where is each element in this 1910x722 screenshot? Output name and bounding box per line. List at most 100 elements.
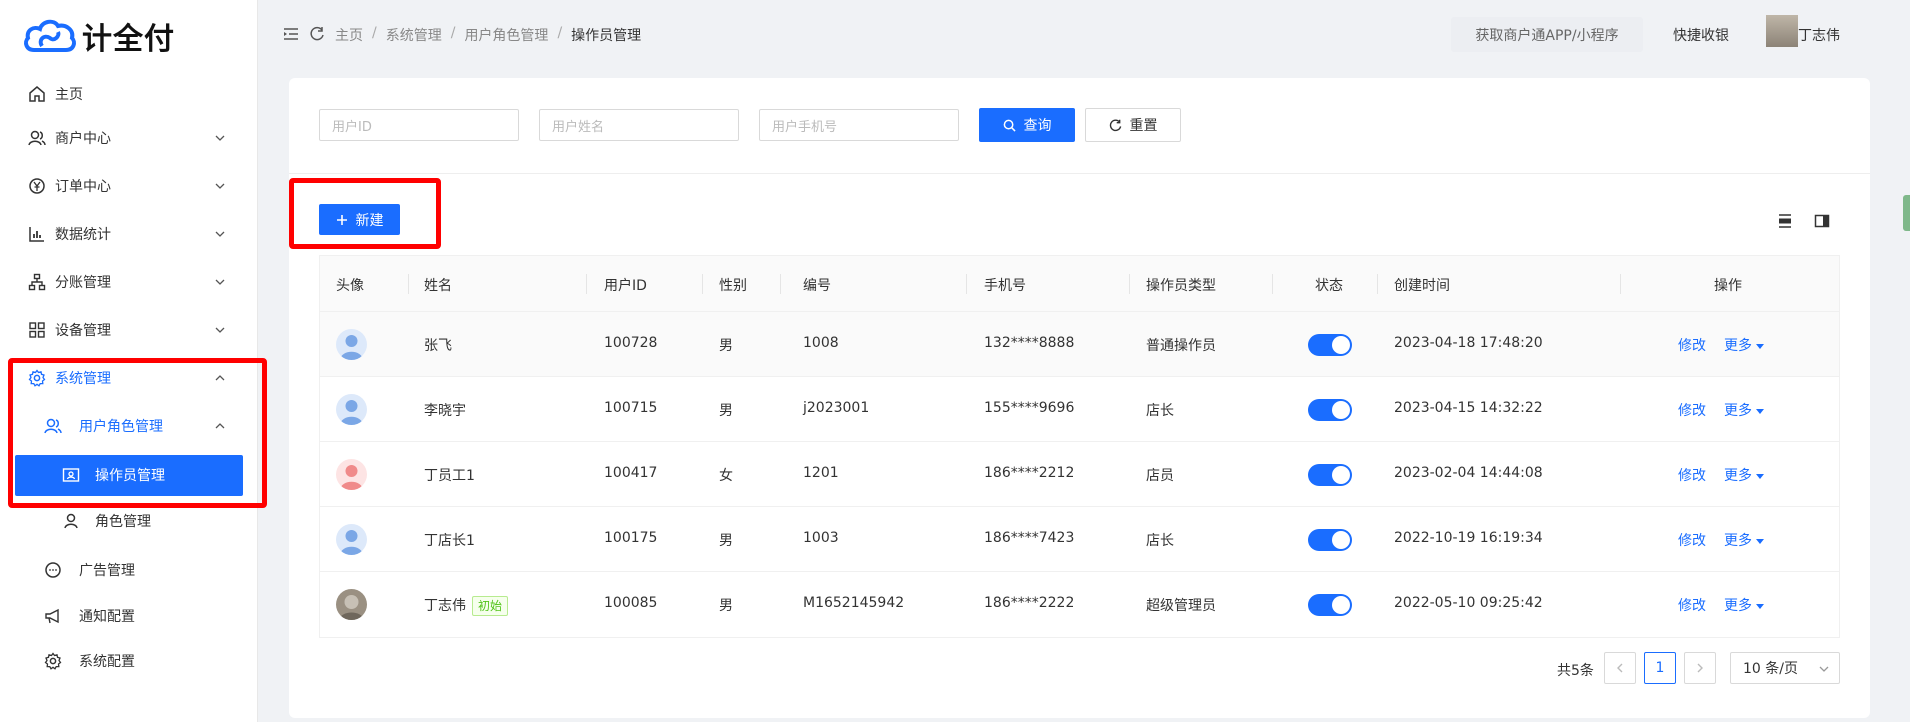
sidebar-item-label: 角色管理 xyxy=(95,514,151,530)
cell-phone: 186****2212 xyxy=(984,465,1075,481)
avatar xyxy=(336,524,367,555)
sidebar-item-label: 主页 xyxy=(55,87,83,103)
status-toggle[interactable] xyxy=(1308,399,1352,421)
edit-link[interactable]: 修改 xyxy=(1678,400,1706,420)
chevron-down-icon xyxy=(215,231,225,237)
chevron-right-icon xyxy=(1697,663,1703,673)
status-toggle[interactable] xyxy=(1308,594,1352,616)
cell-phone: 132****8888 xyxy=(984,335,1075,351)
sidebar-item-label: 系统配置 xyxy=(79,654,135,670)
cell-user-id: 100715 xyxy=(604,400,658,416)
refresh-icon xyxy=(1109,119,1121,131)
caret-down-icon xyxy=(1756,604,1765,609)
cell-gender: 男 xyxy=(719,403,733,419)
column-settings-icon[interactable] xyxy=(1814,213,1830,229)
table-header: 头像 姓名 用户ID 性别 编号 手机号 操作员类型 状态 创建时间 操作 xyxy=(320,256,1839,312)
next-page-button[interactable] xyxy=(1684,652,1716,684)
breadcrumb-item[interactable]: 主页 xyxy=(335,25,363,45)
cell-name: 丁店长1 xyxy=(424,533,475,549)
sidebar-item-label: 设备管理 xyxy=(55,323,111,339)
prev-page-button[interactable] xyxy=(1604,652,1636,684)
column-header: 编号 xyxy=(803,278,831,294)
user-name-input[interactable]: 用户姓名 xyxy=(539,109,739,141)
sidebar-item-merchant[interactable]: 商户中心 xyxy=(0,118,258,158)
side-widget-edge[interactable] xyxy=(1903,195,1910,231)
sidebar-item-label: 订单中心 xyxy=(55,179,111,195)
status-toggle[interactable] xyxy=(1308,529,1352,551)
density-icon[interactable] xyxy=(1777,213,1793,229)
main-card: 用户ID 用户姓名 用户手机号 查询 重置 新建 头像 姓名 用户ID 性别 编… xyxy=(289,78,1870,718)
quick-pay-link[interactable]: 快捷收银 xyxy=(1673,25,1729,45)
chevron-left-icon xyxy=(1617,663,1623,673)
page-size-select[interactable]: 10 条/页 xyxy=(1730,652,1840,684)
page-size-value: 10 条/页 xyxy=(1743,661,1798,677)
megaphone-icon xyxy=(45,608,59,624)
cell-code: 1201 xyxy=(803,465,839,481)
avatar xyxy=(336,459,367,490)
username[interactable]: 丁志伟 xyxy=(1798,25,1840,45)
sidebar-item-notify[interactable]: 通知配置 xyxy=(0,596,258,636)
column-header: 操作员类型 xyxy=(1146,278,1216,294)
edit-link[interactable]: 修改 xyxy=(1678,530,1706,550)
sidebar-item-orders[interactable]: 订单中心 xyxy=(0,166,258,206)
cell-name: 李晓宇 xyxy=(424,403,466,419)
cell-user-id: 100175 xyxy=(604,530,658,546)
sidebar-item-sys-config[interactable]: 系统配置 xyxy=(0,641,258,681)
column-header: 创建时间 xyxy=(1394,278,1450,294)
user-phone-input[interactable]: 用户手机号 xyxy=(759,109,959,141)
caret-down-icon xyxy=(1756,409,1765,414)
more-dropdown[interactable]: 更多 xyxy=(1724,465,1765,485)
menu-fold-icon[interactable] xyxy=(283,26,299,42)
cell-name: 张飞 xyxy=(424,338,452,354)
highlight-box-sidebar xyxy=(8,358,267,508)
breadcrumb-item[interactable]: 用户角色管理 xyxy=(464,25,548,45)
edit-link[interactable]: 修改 xyxy=(1678,465,1706,485)
sidebar-item-devices[interactable]: 设备管理 xyxy=(0,310,258,350)
sidebar-item-split[interactable]: 分账管理 xyxy=(0,262,258,302)
user-id-input[interactable]: 用户ID xyxy=(319,109,519,141)
column-header: 操作 xyxy=(1714,278,1742,294)
sidebar-item-stats[interactable]: 数据统计 xyxy=(0,214,258,254)
cell-created-time: 2022-10-19 16:19:34 xyxy=(1394,530,1543,546)
status-toggle[interactable] xyxy=(1308,464,1352,486)
sidebar-item-label: 商户中心 xyxy=(55,131,111,147)
search-icon xyxy=(1003,119,1016,132)
column-header: 性别 xyxy=(719,278,747,294)
yen-circle-icon xyxy=(29,178,45,194)
caret-down-icon xyxy=(1756,474,1765,479)
table-row: 丁店长1 100175 男 1003 186****7423 店长 2022-10-19 1… xyxy=(320,507,1839,572)
chevron-down-icon xyxy=(215,327,225,333)
cell-phone: 186****2222 xyxy=(984,595,1075,611)
get-app-button[interactable]: 获取商户通APP/小程序 xyxy=(1451,17,1643,52)
breadcrumb: 主页 / 系统管理 / 用户角色管理 / 操作员管理 xyxy=(335,25,642,45)
breadcrumb-current: 操作员管理 xyxy=(571,28,642,44)
edit-link[interactable]: 修改 xyxy=(1678,595,1706,615)
search-bar: 用户ID 用户姓名 用户手机号 查询 重置 xyxy=(289,78,1870,174)
cell-gender: 女 xyxy=(719,468,733,484)
cell-phone: 186****7423 xyxy=(984,530,1075,546)
more-dropdown[interactable]: 更多 xyxy=(1724,595,1765,615)
table-row: 李晓宇 100715 男 j2023001 155****9696 店长 2023-04-1… xyxy=(320,377,1839,442)
more-dropdown[interactable]: 更多 xyxy=(1724,335,1765,355)
cell-operator-type: 超级管理员 xyxy=(1146,598,1216,614)
table-row: 丁员工1 100417 女 1201 186****2212 店员 2023-02-04 1… xyxy=(320,442,1839,507)
page-button[interactable]: 1 xyxy=(1644,652,1676,684)
cloud-logo-icon xyxy=(24,19,76,52)
more-dropdown[interactable]: 更多 xyxy=(1724,400,1765,420)
cell-operator-type: 店员 xyxy=(1146,468,1174,484)
avatar[interactable] xyxy=(1766,15,1798,47)
cell-gender: 男 xyxy=(719,598,733,614)
edit-link[interactable]: 修改 xyxy=(1678,335,1706,355)
column-header: 用户ID xyxy=(604,278,647,294)
cell-created-time: 2023-04-18 17:48:20 xyxy=(1394,335,1543,351)
reset-button[interactable]: 重置 xyxy=(1085,108,1181,142)
sidebar-item-ads[interactable]: 广告管理 xyxy=(0,550,258,590)
sidebar-item-home[interactable]: 主页 xyxy=(0,74,258,114)
status-toggle[interactable] xyxy=(1308,334,1352,356)
cell-operator-type: 店长 xyxy=(1146,403,1174,419)
breadcrumb-item[interactable]: 系统管理 xyxy=(386,25,442,45)
query-button[interactable]: 查询 xyxy=(979,108,1075,142)
more-dropdown[interactable]: 更多 xyxy=(1724,530,1765,550)
refresh-icon[interactable] xyxy=(309,26,325,42)
cell-created-time: 2022-05-10 09:25:42 xyxy=(1394,595,1543,611)
